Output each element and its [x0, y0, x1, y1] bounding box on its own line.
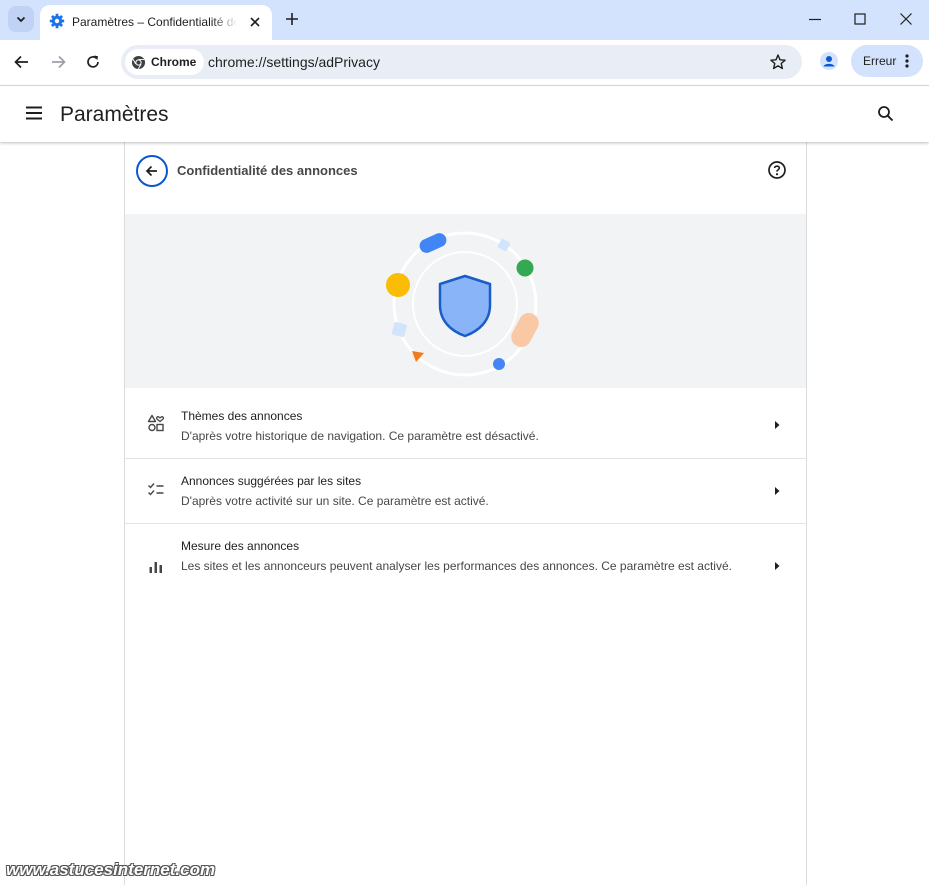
row-title: Mesure des annonces	[181, 539, 300, 553]
page-title: Paramètres	[60, 103, 169, 126]
settings-header: Paramètres	[0, 86, 929, 142]
error-label: Erreur	[863, 54, 897, 68]
maximize-icon[interactable]	[851, 10, 869, 28]
search-icon[interactable]	[876, 104, 896, 124]
minimize-icon[interactable]	[806, 10, 824, 28]
row-ad-topics[interactable]: Thèmes des annonces D'après votre histor…	[125, 388, 806, 459]
tab-search-button[interactable]	[8, 6, 34, 32]
row-title: Thèmes des annonces	[181, 409, 303, 423]
more-vert-icon	[905, 54, 909, 68]
arrow-right-icon[interactable]	[48, 53, 68, 71]
caret-right-icon	[775, 487, 780, 495]
arrow-left-icon	[145, 165, 157, 177]
row-description: Les sites et les annonceurs peuvent anal…	[181, 559, 732, 573]
address-bar[interactable]: Chrome chrome://settings/adPrivacy	[121, 45, 802, 79]
tab-strip: Paramètres – Confidentialité des annonce…	[0, 0, 929, 40]
caret-right-icon	[775, 421, 780, 429]
back-button[interactable]	[136, 155, 168, 187]
profile-button[interactable]	[816, 48, 842, 74]
row-ad-measurement[interactable]: Mesure des annonces Les sites et les ann…	[125, 524, 806, 604]
active-tab[interactable]: Paramètres – Confidentialité des annonce…	[40, 5, 272, 40]
tab-title: Paramètres – Confidentialité des annonce…	[72, 15, 237, 29]
url-text[interactable]: chrome://settings/adPrivacy	[208, 54, 380, 70]
reload-icon[interactable]	[84, 53, 102, 71]
chrome-logo-icon	[131, 55, 146, 69]
new-tab-icon[interactable]	[282, 9, 302, 29]
shield-illustration	[386, 231, 539, 377]
help-circle-icon[interactable]	[767, 160, 787, 180]
watermark: www.astucesinternet.com	[6, 860, 216, 879]
ad-privacy-illustration	[125, 214, 806, 388]
row-description: D'après votre activité sur un site. Ce p…	[181, 494, 489, 508]
arrow-left-icon[interactable]	[12, 53, 32, 71]
caret-right-icon	[775, 562, 780, 570]
section-title: Confidentialité des annonces	[177, 163, 358, 178]
chevron-down-icon	[16, 16, 26, 23]
star-icon[interactable]	[769, 53, 787, 71]
close-icon[interactable]	[246, 13, 264, 31]
shapes-icon	[147, 414, 165, 432]
ad-privacy-card: Confidentialité des annonces Thèmes des …	[124, 142, 807, 885]
profile-error-button[interactable]: Erreur	[851, 45, 923, 77]
row-site-suggested-ads[interactable]: Annonces suggérées par les sites D'après…	[125, 459, 806, 524]
site-chip-label: Chrome	[151, 55, 197, 69]
window-close-icon[interactable]	[897, 10, 915, 28]
bar-chart-icon	[149, 562, 162, 573]
person-icon	[820, 52, 838, 70]
browser-toolbar: Chrome chrome://settings/adPrivacy	[0, 40, 929, 85]
row-description: D'après votre historique de navigation. …	[181, 429, 539, 443]
site-info-chip[interactable]: Chrome	[125, 49, 205, 75]
row-title: Annonces suggérées par les sites	[181, 474, 362, 488]
checklist-icon	[148, 483, 164, 496]
gear-icon	[49, 13, 65, 29]
hamburger-icon[interactable]	[24, 105, 44, 121]
